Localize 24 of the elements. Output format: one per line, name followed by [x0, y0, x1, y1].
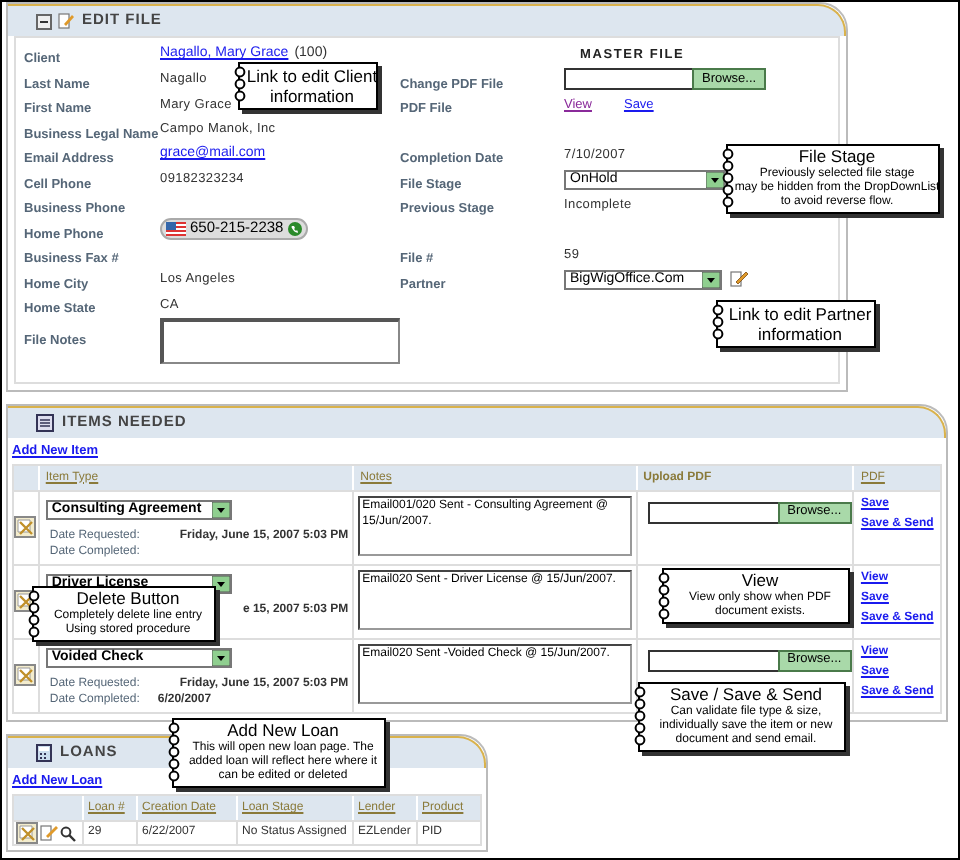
- callout-text: information: [269, 86, 355, 106]
- phone-call-icon[interactable]: [287, 222, 302, 237]
- callout-title: Add New Loan: [227, 722, 339, 741]
- edit-pencil-icon[interactable]: [730, 270, 748, 289]
- collapse-icon[interactable]: [36, 13, 52, 29]
- list-icon: [36, 413, 54, 431]
- dropdown-arrow-icon: [702, 271, 720, 288]
- callout-text: Link to edit Partner: [728, 304, 872, 324]
- us-flag-icon: [166, 222, 186, 237]
- callout-title: File Stage: [798, 148, 876, 167]
- edit-pencil-icon: [58, 12, 74, 30]
- callout-title: Delete Button: [76, 590, 180, 609]
- file-field[interactable]: [647, 501, 778, 524]
- dropdown-arrow-icon: [211, 649, 230, 666]
- file-field[interactable]: [564, 68, 692, 91]
- search-icon[interactable]: [60, 825, 76, 842]
- callout-title: View: [741, 572, 779, 591]
- calculator-icon: [36, 743, 52, 762]
- callout-title: Save / Save & Send: [669, 686, 823, 705]
- callout-text: Link to edit Client: [246, 66, 378, 86]
- file-field[interactable]: [647, 649, 778, 672]
- dropdown-arrow-icon: [211, 501, 230, 518]
- callout-text: information: [757, 324, 843, 344]
- notes-field[interactable]: [160, 317, 400, 363]
